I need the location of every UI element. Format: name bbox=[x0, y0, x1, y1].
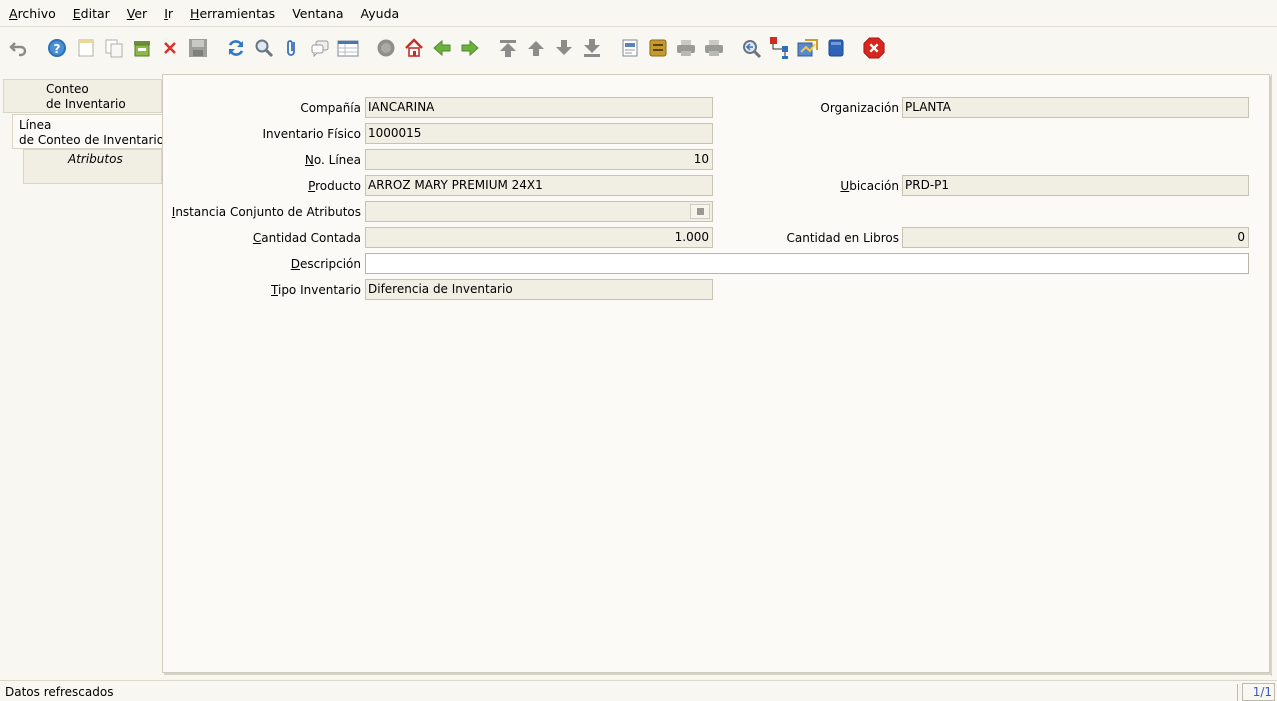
active-workflows-icon[interactable] bbox=[769, 35, 791, 61]
first-record-icon[interactable] bbox=[497, 35, 519, 61]
description-label: Descripción bbox=[290, 257, 361, 271]
tab-linea-conteo[interactable]: Línea de Conteo de Inventario bbox=[12, 114, 165, 149]
report-icon[interactable] bbox=[619, 35, 641, 61]
attribute-picker-button[interactable] bbox=[690, 204, 710, 219]
inventory-type-field[interactable]: Diferencia de Inventario bbox=[365, 279, 713, 300]
physical-inventory-label: Inventario Físico bbox=[262, 127, 361, 141]
product-info-icon[interactable] bbox=[825, 35, 847, 61]
organization-field[interactable]: PLANTA bbox=[902, 97, 1249, 118]
detail-record-icon[interactable] bbox=[459, 35, 481, 61]
attachment-icon[interactable] bbox=[281, 35, 303, 61]
qty-book-label: Cantidad en Libros bbox=[786, 231, 899, 245]
panel-scroll-edge bbox=[1271, 74, 1275, 676]
menu-ir[interactable]: Ir bbox=[164, 6, 173, 21]
menu-archivo[interactable]: Archivo bbox=[9, 6, 56, 21]
status-divider bbox=[1237, 684, 1238, 701]
menu-herramientas[interactable]: Herramientas bbox=[190, 6, 275, 21]
tab-atributos[interactable]: Atributos bbox=[23, 149, 162, 184]
tab-conteo-line2: de Inventario bbox=[46, 97, 126, 111]
toolbar: ? bbox=[0, 35, 1277, 63]
last-record-icon[interactable] bbox=[581, 35, 603, 61]
parent-record-icon[interactable] bbox=[431, 35, 453, 61]
zoom-across-icon[interactable] bbox=[741, 35, 763, 61]
locator-label: Ubicación bbox=[840, 179, 899, 193]
grid-toggle-icon[interactable] bbox=[337, 35, 359, 61]
qty-counted-label: Cantidad Contada bbox=[252, 231, 361, 245]
status-message: Datos refrescados bbox=[5, 685, 114, 699]
delete-record-icon[interactable] bbox=[159, 35, 181, 61]
save-icon[interactable] bbox=[187, 35, 209, 61]
physical-inventory-field[interactable]: 1000015 bbox=[365, 123, 713, 144]
attribute-set-instance-label: Instancia Conjunto de Atributos bbox=[171, 205, 361, 219]
refresh-icon[interactable] bbox=[225, 35, 247, 61]
new-record-icon[interactable] bbox=[75, 35, 97, 61]
tab-linea-line2: de Conteo de Inventario bbox=[19, 133, 165, 147]
chat-icon[interactable] bbox=[309, 35, 331, 61]
menu-ventana[interactable]: Ventana bbox=[292, 6, 343, 21]
company-label: Compañía bbox=[300, 101, 361, 115]
square-icon bbox=[696, 208, 704, 215]
qty-book-field[interactable]: 0 bbox=[902, 227, 1249, 248]
qty-counted-field[interactable]: 1.000 bbox=[365, 227, 713, 248]
menu-editar[interactable]: Editar bbox=[73, 6, 110, 21]
print-preview-icon[interactable] bbox=[675, 35, 697, 61]
close-window-icon[interactable] bbox=[863, 35, 885, 61]
help-icon[interactable]: ? bbox=[46, 35, 68, 61]
history-icon[interactable] bbox=[375, 35, 397, 61]
description-field[interactable] bbox=[365, 253, 1249, 274]
menu-ayuda[interactable]: Ayuda bbox=[361, 6, 400, 21]
tab-linea-line1: Línea bbox=[19, 118, 52, 132]
print-icon[interactable] bbox=[703, 35, 725, 61]
find-icon[interactable] bbox=[253, 35, 275, 61]
product-label: Producto bbox=[308, 179, 361, 193]
menu-ver[interactable]: Ver bbox=[127, 6, 147, 21]
delete-selection-icon[interactable] bbox=[131, 35, 153, 61]
copy-record-icon[interactable] bbox=[103, 35, 125, 61]
tab-conteo-line1: Conteo bbox=[46, 82, 89, 96]
organization-label: Organización bbox=[820, 101, 899, 115]
line-number-label: No. Línea bbox=[304, 153, 361, 167]
locator-field[interactable]: PRD-P1 bbox=[902, 175, 1249, 196]
next-record-icon[interactable] bbox=[553, 35, 575, 61]
archive-icon[interactable] bbox=[647, 35, 669, 61]
home-icon[interactable] bbox=[403, 35, 425, 61]
request-icon[interactable] bbox=[797, 35, 819, 61]
company-field[interactable]: IANCARINA bbox=[365, 97, 713, 118]
previous-record-icon[interactable] bbox=[525, 35, 547, 61]
tab-atributos-label: Atributos bbox=[68, 152, 123, 166]
tab-conteo-inventario[interactable]: Conteo de Inventario bbox=[3, 79, 162, 113]
record-count[interactable]: 1/1 bbox=[1242, 683, 1275, 701]
line-number-field[interactable]: 10 bbox=[365, 149, 713, 170]
menu-bar: Archivo Editar Ver Ir Herramientas Venta… bbox=[0, 0, 1277, 27]
undo-icon[interactable] bbox=[8, 35, 30, 61]
status-bar: Datos refrescados 1/1 bbox=[0, 680, 1277, 701]
svg-text:?: ? bbox=[54, 42, 61, 56]
attribute-set-instance-field[interactable] bbox=[365, 201, 713, 222]
inventory-type-label: Tipo Inventario bbox=[271, 283, 361, 297]
product-field[interactable]: ARROZ MARY PREMIUM 24X1 bbox=[365, 175, 713, 196]
